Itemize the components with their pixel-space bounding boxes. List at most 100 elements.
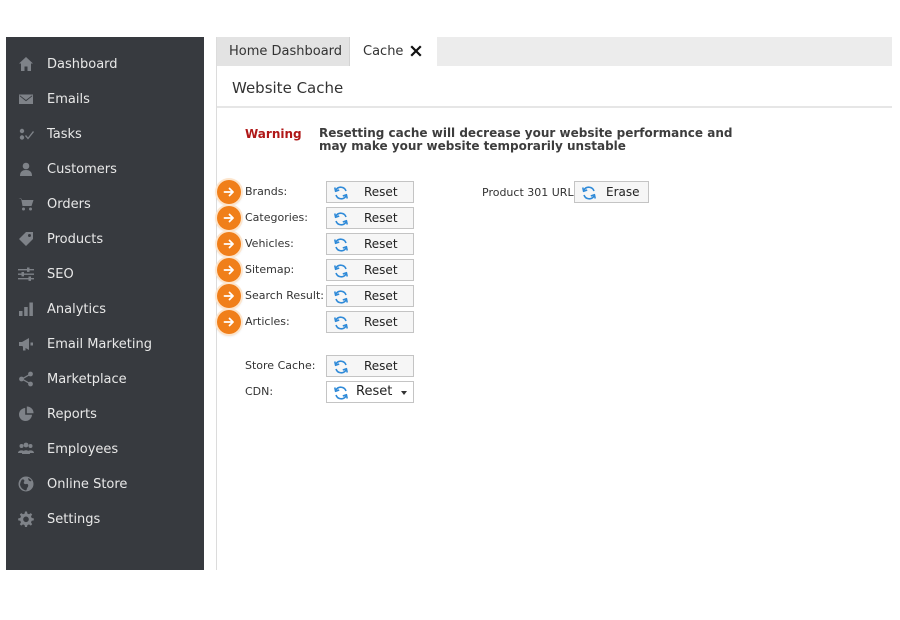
tasks-icon [17, 125, 35, 143]
button-label: Reset [364, 263, 398, 277]
arrow-right-icon [217, 310, 241, 334]
button-label: Reset [356, 384, 393, 399]
gear-icon [17, 510, 35, 528]
page-title: Website Cache [232, 79, 344, 97]
sidebar-item-employees[interactable]: Employees [6, 434, 204, 464]
cache-row-brands: Brands: Reset [217, 180, 447, 204]
refresh-icon [334, 386, 348, 400]
button-label: Reset [364, 315, 398, 329]
tab-bar: Home Dashboard Cache [217, 37, 892, 66]
sidebar-item-label: Employees [47, 441, 119, 457]
sidebar-item-label: Tasks [47, 126, 82, 142]
arrow-right-icon [217, 258, 241, 282]
sidebar-item-label: Settings [47, 511, 101, 527]
main-panel: Home Dashboard Cache Website Cache Warni… [216, 37, 892, 570]
megaphone-icon [17, 335, 35, 353]
refresh-icon [334, 212, 348, 226]
sidebar-item-tasks[interactable]: Tasks [6, 119, 204, 149]
cdn-row: CDN: Reset [217, 381, 447, 403]
refresh-icon [334, 360, 348, 374]
home-icon [17, 55, 35, 73]
cache-row-search-result: Search Result: Reset [217, 284, 447, 308]
cdn-label: CDN: [245, 385, 274, 398]
sidebar-item-label: Orders [47, 196, 91, 212]
cache-row-sitemap: Sitemap: Reset [217, 258, 447, 282]
reset-search-result-button[interactable]: Reset [326, 285, 414, 307]
reset-store-cache-button[interactable]: Reset [326, 355, 414, 377]
button-label: Reset [364, 211, 398, 225]
warning-message: Resetting cache will decrease your websi… [319, 126, 733, 153]
envelope-icon [17, 90, 35, 108]
tab-label: Cache [363, 44, 404, 59]
button-label: Reset [364, 289, 398, 303]
sidebar-item-label: Online Store [47, 476, 128, 492]
refresh-icon [334, 290, 348, 304]
warning-label: Warning [245, 127, 302, 141]
sidebar-item-online-store[interactable]: Online Store [6, 469, 204, 499]
sidebar-item-marketplace[interactable]: Marketplace [6, 364, 204, 394]
pie-chart-icon [17, 405, 35, 423]
cache-label: Search Result: [245, 289, 324, 302]
bar-chart-icon [17, 300, 35, 318]
reset-articles-button[interactable]: Reset [326, 311, 414, 333]
sidebar-item-analytics[interactable]: Analytics [6, 294, 204, 324]
reset-categories-button[interactable]: Reset [326, 207, 414, 229]
group-icon [17, 440, 35, 458]
sidebar-item-label: Emails [47, 91, 90, 107]
tab-cache[interactable]: Cache [350, 37, 437, 66]
sidebar-item-label: Customers [47, 161, 117, 177]
close-icon[interactable] [410, 45, 422, 57]
cache-row-categories: Categories: Reset [217, 206, 447, 230]
cache-label: Vehicles: [245, 237, 294, 250]
refresh-icon [334, 238, 348, 252]
refresh-icon [334, 186, 348, 200]
tag-icon [17, 230, 35, 248]
button-label: Reset [364, 359, 398, 373]
cache-row-articles: Articles: Reset [217, 310, 447, 334]
sidebar-item-label: Dashboard [47, 56, 118, 72]
product-301-label: Product 301 URL [482, 186, 574, 199]
tab-label: Home Dashboard [229, 44, 343, 59]
sidebar-item-label: SEO [47, 266, 74, 282]
sidebar-item-seo[interactable]: SEO [6, 259, 204, 289]
sidebar-item-settings[interactable]: Settings [6, 504, 204, 534]
erase-product-301-button[interactable]: Erase [574, 181, 649, 203]
cache-row-vehicles: Vehicles: Reset [217, 232, 447, 256]
cache-label: Brands: [245, 185, 288, 198]
sidebar-item-label: Reports [47, 406, 97, 422]
sidebar-item-dashboard[interactable]: Dashboard [6, 49, 204, 79]
reset-vehicles-button[interactable]: Reset [326, 233, 414, 255]
sidebar-item-label: Analytics [47, 301, 107, 317]
button-label: Reset [364, 185, 398, 199]
refresh-icon [334, 316, 348, 330]
reset-sitemap-button[interactable]: Reset [326, 259, 414, 281]
chevron-down-icon[interactable] [401, 391, 407, 395]
cache-label: Sitemap: [245, 263, 295, 276]
sidebar-item-products[interactable]: Products [6, 224, 204, 254]
sidebar: Dashboard Emails Tasks Customers Orders … [6, 37, 204, 570]
sidebar-item-customers[interactable]: Customers [6, 154, 204, 184]
reset-brands-button[interactable]: Reset [326, 181, 414, 203]
divider [217, 106, 892, 108]
arrow-right-icon [217, 232, 241, 256]
user-icon [17, 160, 35, 178]
cache-label: Articles: [245, 315, 290, 328]
tab-home-dashboard[interactable]: Home Dashboard [217, 37, 350, 66]
arrow-right-icon [217, 284, 241, 308]
sidebar-item-label: Email Marketing [47, 336, 152, 352]
arrow-right-icon [217, 206, 241, 230]
refresh-icon [334, 264, 348, 278]
refresh-icon [582, 186, 596, 200]
share-icon [17, 370, 35, 388]
cart-icon [17, 195, 35, 213]
sidebar-item-email-marketing[interactable]: Email Marketing [6, 329, 204, 359]
store-cache-row: Store Cache: Reset [217, 355, 447, 377]
button-label: Reset [364, 237, 398, 251]
sliders-icon [17, 265, 35, 283]
sidebar-item-reports[interactable]: Reports [6, 399, 204, 429]
sidebar-item-orders[interactable]: Orders [6, 189, 204, 219]
globe-icon [17, 475, 35, 493]
store-cache-label: Store Cache: [245, 359, 316, 372]
reset-cdn-dropdown-button[interactable]: Reset [326, 381, 414, 403]
sidebar-item-emails[interactable]: Emails [6, 84, 204, 114]
